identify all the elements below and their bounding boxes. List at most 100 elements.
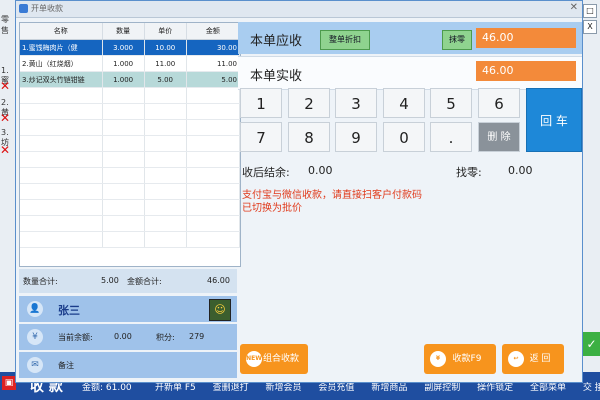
settlement-row: 收后结余: 0.00 找零: 0.00: [242, 164, 578, 182]
table-row[interactable]: 2.黄山（红烧烟） 1.000 11.00 11.00: [20, 55, 241, 72]
note-label: 备注: [58, 361, 74, 370]
table-row-empty: [20, 135, 241, 152]
key-6[interactable]: 6: [478, 88, 520, 118]
checkout-dialog: 开单收款 ✕ 名称 数量 单价 金额 1.蜜饯梅肉片（健 3.000 10.00…: [15, 0, 583, 383]
delete-button[interactable]: 删 除: [478, 122, 520, 152]
table-row-empty: [20, 167, 241, 184]
totals-summary: 数量合计: 5.00 金额合计: 46.00: [19, 269, 237, 293]
change-label: 找零:: [456, 166, 482, 179]
member-name: 张三: [58, 304, 80, 317]
cell-amount: 30.00: [186, 39, 241, 56]
table-row-empty: [20, 199, 241, 216]
menu-shift-handover[interactable]: 交 接 班: [583, 383, 600, 393]
key-dot[interactable]: .: [430, 122, 472, 152]
column-header-qty: 数量: [102, 23, 145, 40]
key-9[interactable]: 9: [335, 122, 377, 152]
menu-all[interactable]: 全部菜单: [530, 383, 566, 393]
amount-total-label: 金额合计:: [127, 277, 162, 286]
discount-button[interactable]: 整单折扣: [320, 30, 370, 50]
menu-add-product[interactable]: 新增商品: [371, 383, 407, 393]
amount-due-field[interactable]: 46.00: [476, 28, 576, 48]
qty-total-label: 数量合计:: [23, 277, 58, 286]
cell-name: 3.炒记双头竹铠钳链: [20, 71, 103, 88]
table-row[interactable]: 1.蜜饯梅肉片（健 3.000 10.00 30.00: [20, 39, 241, 56]
menu-member-recharge[interactable]: 会员充值: [318, 383, 354, 393]
member-balance-row: ¥ 当前余额: 0.00 积分: 279: [19, 324, 237, 350]
check-icon[interactable]: ✓: [583, 332, 600, 356]
balance-value: 0.00: [114, 332, 132, 341]
user-icon: 👤: [27, 301, 43, 317]
bg-snippet: 零售: [1, 15, 9, 35]
cell-qty: 1.000: [102, 71, 145, 88]
amount-due-label: 本单应收: [250, 34, 303, 49]
dialog-titlebar: 开单收款 ✕: [16, 1, 582, 18]
amount-total-value: 46.00: [207, 276, 230, 285]
rounding-button[interactable]: 抹零: [442, 30, 472, 50]
notice-line: 已切换为批价: [242, 203, 302, 214]
collect-payment-button[interactable]: ¥ 收款F9: [424, 344, 496, 374]
numeric-keypad: 1 2 3 4 5 6 7 8 9 0 . 删 除 回 车: [238, 88, 582, 156]
app-icon: [19, 4, 28, 13]
back-arrow-icon: ↩: [508, 351, 524, 367]
balance-after-value: 0.00: [308, 164, 333, 177]
enter-button[interactable]: 回 车: [526, 88, 582, 152]
key-0[interactable]: 0: [383, 122, 425, 152]
back-button[interactable]: ↩ 返 回: [502, 344, 564, 374]
notice-line: 支付宝与微信收款，请直接扫客户付款码: [242, 190, 422, 201]
close-icon[interactable]: X: [583, 20, 597, 34]
column-header-price: 单价: [144, 23, 187, 40]
key-4[interactable]: 4: [383, 88, 425, 118]
x-icon[interactable]: ✕: [0, 80, 10, 92]
cell-price: 11.00: [144, 55, 187, 72]
x-icon[interactable]: ✕: [0, 112, 10, 124]
menu-query-return[interactable]: 查删退打: [213, 383, 249, 393]
cell-price: 5.00: [144, 71, 187, 88]
menu-lock[interactable]: 操作锁定: [477, 383, 513, 393]
qty-total-value: 5.00: [101, 276, 119, 285]
cell-qty: 1.000: [102, 55, 145, 72]
cell-name: 1.蜜饯梅肉片（健: [20, 39, 103, 56]
payment-panel: 本单应收 整单折扣 抹零 46.00 本单实收 46.00 1 2 3 4 5 …: [238, 22, 582, 382]
notice-messages: 支付宝与微信收款，请直接扫客户付款码 已切换为批价: [242, 189, 422, 215]
menu-add-member[interactable]: 新增会员: [266, 383, 302, 393]
yen-icon: ¥: [430, 351, 446, 367]
back-label: 返 回: [529, 354, 551, 364]
key-3[interactable]: 3: [335, 88, 377, 118]
table-row[interactable]: 3.炒记双头竹铠钳链 1.000 5.00 5.00: [20, 71, 241, 88]
points-value: 279: [189, 332, 205, 341]
member-note-row[interactable]: ✉ 备注: [19, 352, 237, 378]
member-name-row[interactable]: 👤 张三 ☺: [19, 296, 237, 322]
cell-amount: 5.00: [186, 71, 241, 88]
menu-secondary-screen[interactable]: 副屏控制: [424, 383, 460, 393]
restore-icon[interactable]: □: [583, 4, 597, 18]
member-avatar[interactable]: ☺: [209, 299, 231, 321]
key-8[interactable]: 8: [288, 122, 330, 152]
menu-new-order[interactable]: 开新单 F5: [155, 383, 196, 393]
background-left-panel: 零售 1. 蜜 ✕ 2. 黄 ✕ 3. 坊 ✕: [0, 0, 16, 400]
key-1[interactable]: 1: [240, 88, 282, 118]
column-header-name: 名称: [20, 23, 103, 40]
table-row-empty: [20, 119, 241, 136]
table-row-empty: [20, 103, 241, 120]
new-badge-icon: NEW: [246, 351, 262, 367]
table-row-empty: [20, 87, 241, 104]
x-icon[interactable]: ✕: [0, 144, 10, 156]
cell-name: 2.黄山（红烧烟）: [20, 55, 103, 72]
dialog-title: 开单收款: [31, 4, 63, 13]
column-header-amount: 金额: [186, 23, 241, 40]
key-7[interactable]: 7: [240, 122, 282, 152]
app-logo-icon: ▣: [2, 376, 16, 390]
order-items-table: 名称 数量 单价 金额 1.蜜饯梅肉片（健 3.000 10.00 30.00 …: [19, 22, 241, 267]
cell-qty: 3.000: [102, 39, 145, 56]
key-5[interactable]: 5: [430, 88, 472, 118]
cell-price: 10.00: [144, 39, 187, 56]
amount-paid-field[interactable]: 46.00: [476, 61, 576, 81]
change-value: 0.00: [508, 164, 533, 177]
amount-due-row: 本单应收 整单折扣 抹零 46.00: [238, 22, 582, 54]
balance-after-label: 收后结余:: [242, 166, 290, 179]
close-icon[interactable]: ✕: [570, 2, 578, 13]
background-right-panel: □ X ✓: [582, 0, 600, 400]
table-row-empty: [20, 231, 241, 248]
key-2[interactable]: 2: [288, 88, 330, 118]
combo-payment-button[interactable]: NEW 组合收款: [240, 344, 308, 374]
